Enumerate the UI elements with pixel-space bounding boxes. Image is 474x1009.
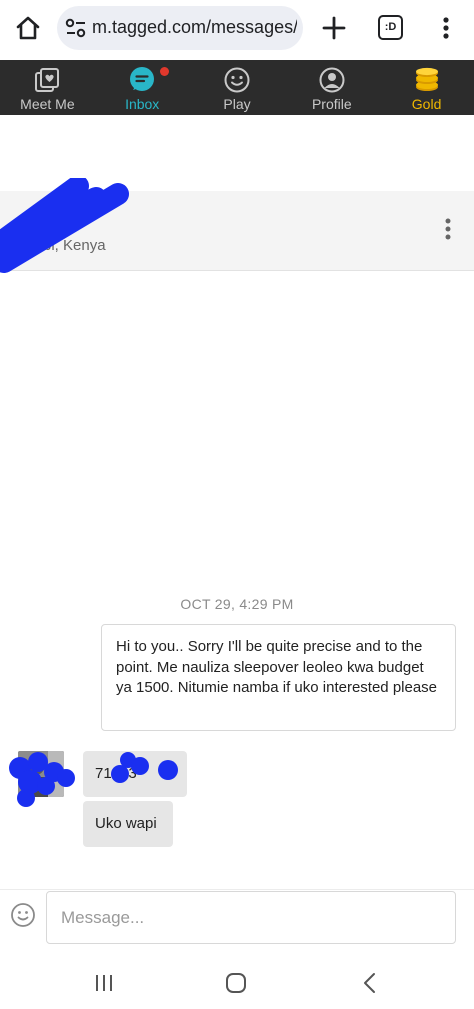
coin-stack-icon — [415, 67, 438, 91]
nav-play[interactable]: Play — [190, 60, 285, 115]
number-redaction-scribble — [111, 752, 178, 783]
nav-label: Profile — [311, 96, 352, 112]
nav-label: Meet Me — [20, 96, 75, 112]
photo-stack-icon — [35, 68, 60, 92]
more-vert-icon[interactable] — [434, 12, 458, 44]
home-icon[interactable] — [12, 12, 44, 44]
back-icon[interactable] — [356, 969, 384, 997]
nav-profile[interactable]: Profile — [284, 60, 379, 115]
recent-apps-icon[interactable] — [90, 969, 118, 997]
tab-switcher-button[interactable]: :D — [378, 15, 403, 40]
nav-label: Play — [223, 96, 251, 112]
address-bar[interactable]: m.tagged.com/messages/6 — [57, 6, 303, 50]
nav-label: Gold — [411, 96, 442, 112]
emoji-icon[interactable] — [10, 902, 36, 928]
message-timestamp: OCT 29, 4:29 PM — [180, 596, 294, 612]
incoming-message: Uko wapi — [83, 801, 173, 847]
more-vert-icon[interactable] — [440, 213, 456, 245]
nav-gold[interactable]: Gold — [379, 60, 474, 115]
person-circle-icon — [319, 67, 345, 93]
name-redaction-scribble — [0, 178, 129, 273]
nav-meet-me[interactable]: Meet Me — [0, 60, 95, 115]
outgoing-message: Hi to you.. Sorry I'll be quite precise … — [101, 624, 456, 731]
url-text: m.tagged.com/messages/6 — [92, 17, 297, 37]
inbox-notification-badge — [160, 67, 169, 76]
chat-bubble-icon — [130, 67, 155, 91]
avatar-redaction-scribble — [9, 752, 75, 807]
android-nav-bar — [0, 955, 474, 1009]
tune-icon[interactable] — [65, 18, 87, 38]
browser-toolbar: m.tagged.com/messages/6 :D — [0, 0, 474, 58]
smile-icon — [224, 67, 250, 93]
nav-inbox[interactable]: Inbox — [95, 60, 190, 115]
app-nav-bar: Meet Me Inbox Play Profile Gold — [0, 60, 474, 115]
plus-icon[interactable] — [318, 12, 350, 44]
message-input[interactable] — [46, 891, 456, 944]
nav-label: Inbox — [125, 96, 160, 112]
home-nav-icon[interactable] — [222, 969, 250, 997]
composer-divider — [0, 889, 474, 890]
